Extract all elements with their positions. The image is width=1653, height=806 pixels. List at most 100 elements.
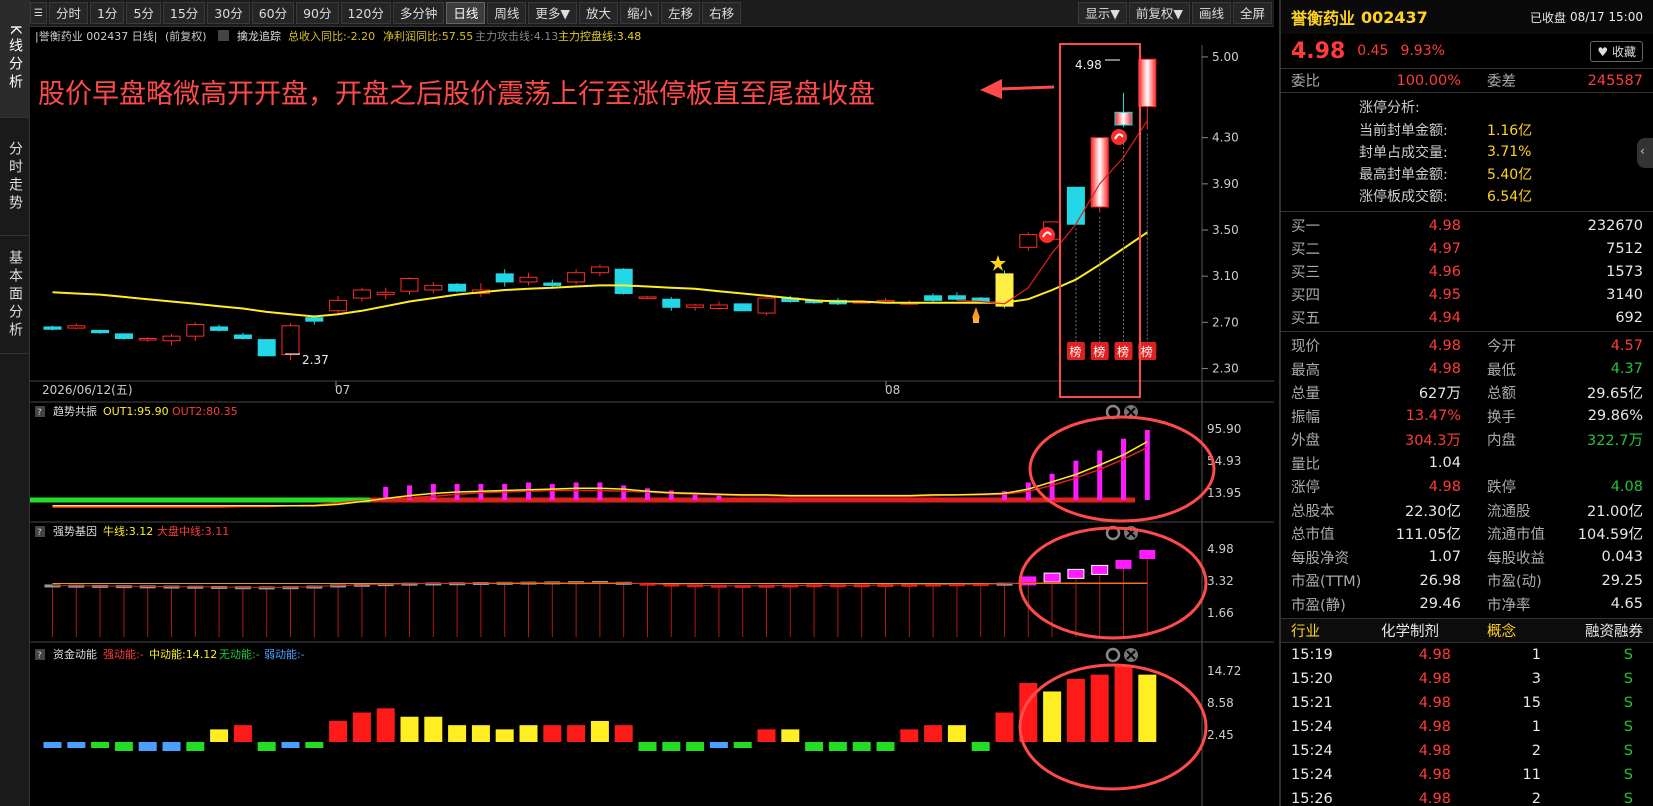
p3-bar (876, 742, 895, 751)
stat-value: 111.05亿 (1395, 527, 1461, 544)
zt-row-key: 当前封单金额: (1359, 123, 1448, 139)
tab-intraday[interactable]: 分时走势 (0, 118, 30, 236)
panel3-help-glyph: ? (37, 651, 42, 661)
stat-row: 最高 4.98 最低 4.37 (1281, 358, 1653, 382)
stat-key: 内盘 (1487, 433, 1516, 450)
profit-yoy: 净利润同比:57.55 (383, 29, 473, 43)
tab-fundamentals[interactable]: 基本面分析 (0, 236, 30, 354)
draw-line-button[interactable]: 画线 (1191, 2, 1231, 24)
stat-key: 总额 (1487, 386, 1516, 403)
stat-row: 市盈(静) 29.46 市净率 4.65 (1281, 593, 1653, 617)
p1-bar (716, 495, 722, 500)
period-button-daily[interactable]: 日线 (446, 2, 486, 24)
concept-tab[interactable]: 概念 (1471, 620, 1551, 641)
bid-row[interactable]: 买三 4.96 1573 (1281, 260, 1653, 283)
period-button-5m[interactable]: 5分 (126, 2, 161, 24)
more-periods-dropdown[interactable]: 更多▼ (528, 2, 578, 24)
p3-axis-top: 14.72 (1207, 664, 1241, 678)
zt-row-key: 涨停板成交额: (1359, 189, 1448, 205)
pan-right-button[interactable]: 右移 (702, 2, 742, 24)
candle-body (614, 268, 633, 294)
date-label-start: 2026/06/12(五) (42, 383, 133, 397)
tick-volume: 2 (1531, 791, 1541, 806)
period-button-30m[interactable]: 30分 (207, 2, 250, 24)
p3-bar (781, 729, 800, 742)
period-button-60m[interactable]: 60分 (251, 2, 295, 24)
tab-k-line[interactable]: K线分析 (0, 0, 30, 118)
tick-time: 15:19 (1291, 647, 1333, 663)
price-change-pct: 9.93% (1400, 43, 1445, 59)
zoom-in-button[interactable]: 放大 (579, 2, 619, 24)
price-adjust-dropdown[interactable]: 前复权▼ (1128, 2, 1190, 24)
candle-body (67, 325, 86, 329)
candle-body (757, 297, 776, 314)
candle-body (638, 296, 657, 299)
zoom-out-button[interactable]: 缩小 (620, 2, 660, 24)
zt-row: 最高封单金额: 5.40亿 (1359, 163, 1653, 185)
candle-body (257, 339, 276, 357)
pan-left-button[interactable]: 左移 (661, 2, 701, 24)
sidebar-toggle-button[interactable]: ☰ (30, 2, 47, 24)
chart-svg[interactable]: |誉衡药业 002437 日线| (前复权) 擒龙追踪 总收入同比:-2.20 … (30, 27, 1274, 806)
price-axis-tick: 2.70 (1212, 315, 1239, 329)
period-button-120m[interactable]: 120分 (340, 2, 391, 24)
stat-row: 外盘 304.3万 内盘 322.7万 (1281, 428, 1653, 452)
stat-value: 0.043 (1601, 549, 1643, 566)
period-button-weekly[interactable]: 周线 (487, 2, 527, 24)
tick-row: 15:26 4.98 2 S (1281, 787, 1653, 806)
period-button-15m[interactable]: 15分 (162, 2, 206, 24)
date-label-aug: 08 (885, 383, 900, 397)
p3-bar (709, 742, 728, 748)
bid-level: 买二 (1291, 242, 1320, 258)
weicha-label: 委差 (1487, 74, 1516, 90)
zt-row: 涨停板成交额: 6.54亿 (1359, 185, 1653, 207)
bid-row[interactable]: 买五 4.94 692 (1281, 306, 1653, 329)
bid-volume: 692 (1615, 309, 1643, 326)
stat-key: 最高 (1291, 362, 1320, 379)
stat-value: 4.98 (1428, 337, 1461, 354)
candle-body (43, 326, 62, 330)
low-price-mark: 2.37 (302, 353, 329, 367)
candle-body (400, 277, 419, 292)
period-button-1m[interactable]: 1分 (89, 2, 125, 24)
stat-key: 市盈(静) (1291, 597, 1346, 614)
p3-bar (995, 712, 1014, 742)
indicator-help-icon[interactable] (218, 30, 229, 41)
favorite-button[interactable]: ♥ 收藏 (1590, 40, 1643, 62)
stat-value: 29.46 (1419, 596, 1461, 613)
period-button-90m[interactable]: 90分 (296, 2, 339, 24)
display-dropdown[interactable]: 显示▼ (1078, 2, 1127, 24)
tick-time: 15:24 (1291, 743, 1333, 759)
quote-panel: 誉衡药业 002437 已收盘 08/17 15:00 4.98 0.45 9.… (1279, 0, 1653, 806)
panel3-close-icon[interactable] (1124, 648, 1138, 662)
p3-bar (114, 742, 133, 751)
industry-tab[interactable]: 行业 (1291, 620, 1381, 641)
zt-row-value: 1.16亿 (1487, 123, 1533, 139)
fullscreen-button[interactable]: 全屏 (1232, 2, 1272, 24)
p3-bar (590, 720, 609, 742)
board-marker-label: 榜 (1069, 344, 1081, 359)
bid-row[interactable]: 买一 4.98 232670 (1281, 214, 1653, 237)
zt-row-value: 3.71% (1487, 144, 1532, 160)
p3-bar (424, 716, 443, 742)
bid-row[interactable]: 买二 4.97 7512 (1281, 237, 1653, 260)
collapse-panel-button[interactable]: ‹ (1637, 138, 1653, 168)
tick-row: 15:24 4.98 2 S (1281, 739, 1653, 763)
period-button-intraday[interactable]: 分时 (48, 2, 88, 24)
p1-bar (549, 483, 555, 500)
p3-bar (1090, 674, 1109, 742)
candle-body (924, 295, 943, 301)
p2-axis-mid: 3.32 (1207, 574, 1234, 588)
kline-chart-area[interactable]: |誉衡药业 002437 日线| (前复权) 擒龙追踪 总收入同比:-2.20 … (30, 27, 1274, 806)
tick-side: S (1623, 647, 1633, 663)
stat-row: 市盈(TTM) 26.98 市盈(动) 29.25 (1281, 569, 1653, 593)
p3-bar (281, 742, 300, 748)
p3-bar (186, 742, 205, 751)
margin-tab[interactable]: 融资融券 (1551, 620, 1643, 641)
period-button-multi-min[interactable]: 多分钟 (392, 2, 445, 24)
tick-time: 15:24 (1291, 767, 1333, 783)
bid-row[interactable]: 买四 4.95 3140 (1281, 283, 1653, 306)
industry-value[interactable]: 化学制剂 (1381, 620, 1471, 641)
candle-body (352, 289, 371, 299)
quote-date: 08/17 15:00 (1570, 10, 1643, 24)
